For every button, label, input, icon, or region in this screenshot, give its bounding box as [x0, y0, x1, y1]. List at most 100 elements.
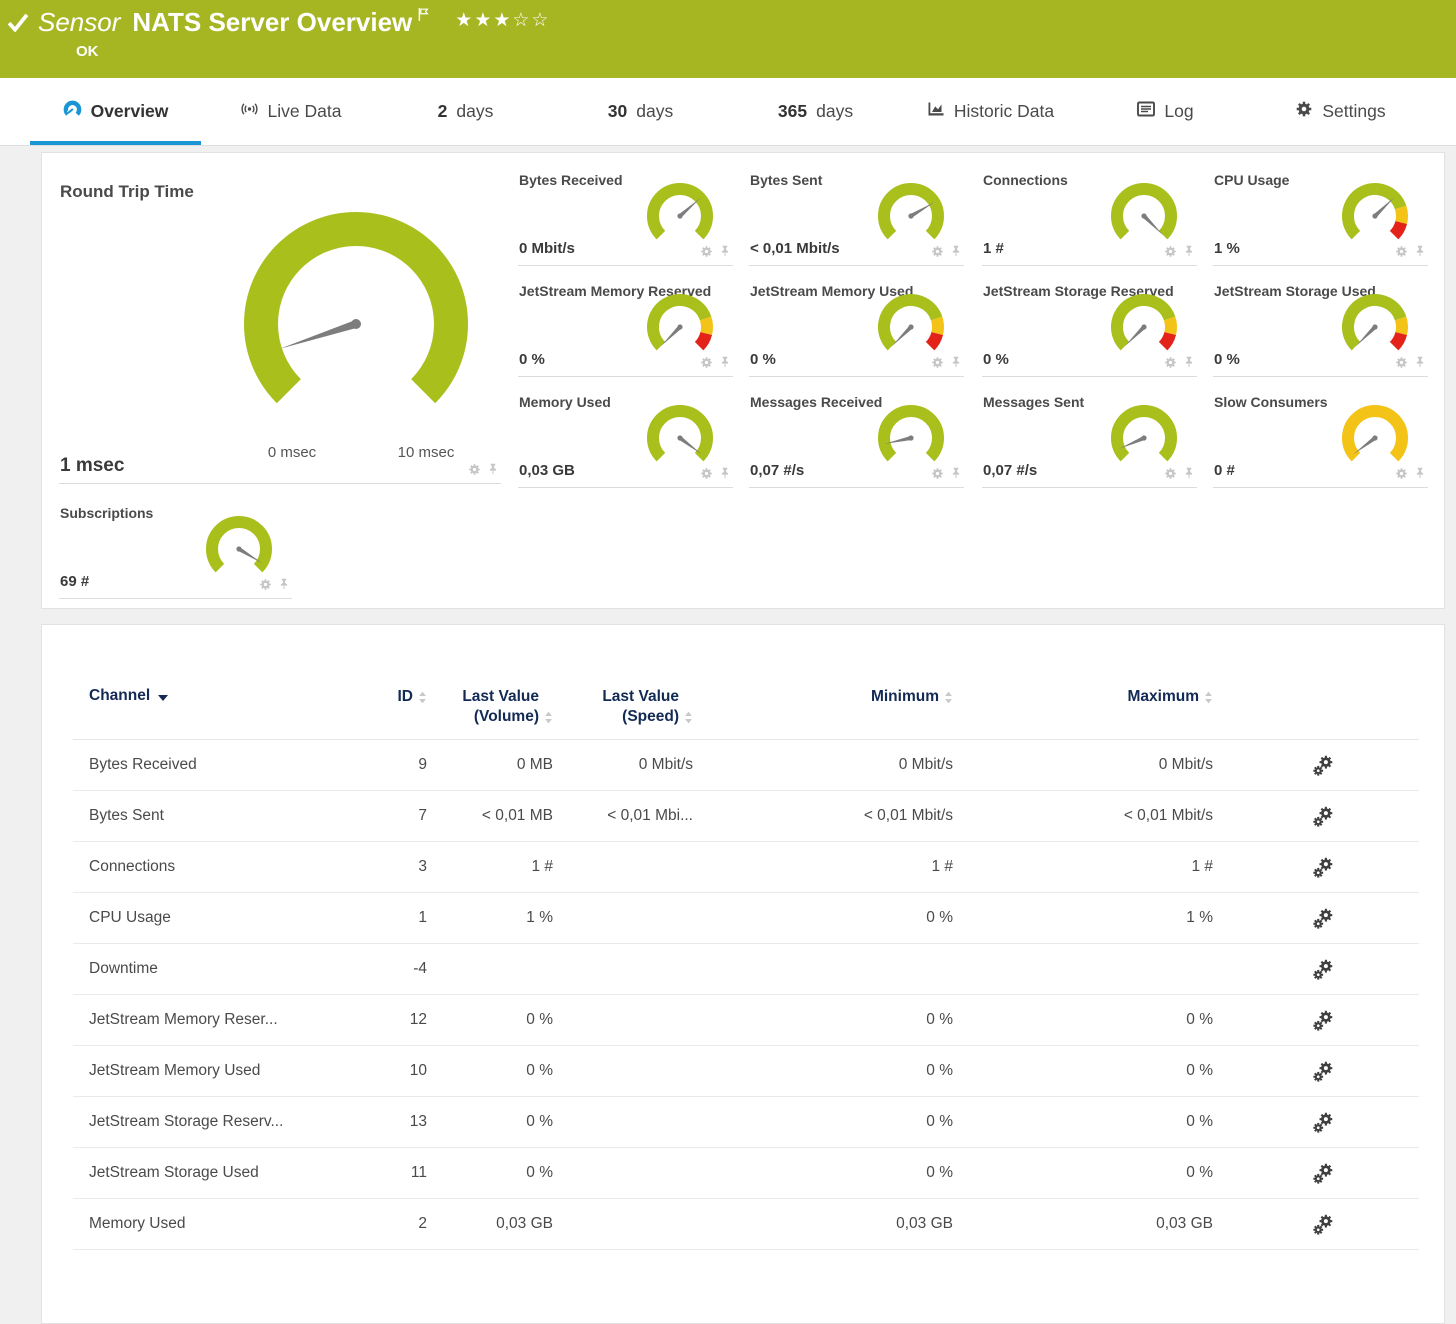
channel-name: Downtime [73, 960, 387, 978]
minimum-value: 0 % [693, 1011, 953, 1029]
last-value-volume: 1 # [427, 858, 553, 876]
gauge-settings-icon[interactable] [1395, 467, 1408, 480]
gauge-settings-icon[interactable] [700, 356, 713, 369]
gauge-round-trip-time: Round Trip Time 0 msec 10 msec 1 msec [59, 166, 501, 484]
channel-settings-icon[interactable] [1313, 806, 1334, 827]
column-header-last-value-volume[interactable]: Last Value(Volume) [427, 687, 553, 727]
gauge-title: Round Trip Time [59, 166, 501, 202]
column-header-channel[interactable]: Channel [73, 687, 387, 705]
channel-settings-icon[interactable] [1313, 1214, 1334, 1235]
gauge-pin-icon[interactable] [950, 244, 962, 258]
column-header-minimum[interactable]: Minimum [693, 687, 953, 707]
channel-settings-icon[interactable] [1313, 1061, 1334, 1082]
gauge-pin-icon[interactable] [719, 244, 731, 258]
channel-actions [1213, 806, 1419, 827]
last-value-volume: 0,03 GB [427, 1215, 553, 1233]
gauge-pin-icon[interactable] [719, 466, 731, 480]
gauge-settings-icon[interactable] [931, 356, 944, 369]
column-header-id[interactable]: ID [387, 687, 427, 707]
gauge-dial [1334, 291, 1416, 361]
tab-log[interactable]: Log [1078, 78, 1253, 145]
channel-settings-icon[interactable] [1313, 755, 1334, 776]
gauge-cpu-usage: CPU Usage 1 % [1213, 166, 1428, 266]
minimum-value: 1 # [693, 858, 953, 876]
channel-settings-icon[interactable] [1313, 1010, 1334, 1031]
gauge-pin-icon[interactable] [950, 355, 962, 369]
sort-icon[interactable] [944, 691, 953, 704]
gauge-dial [639, 291, 721, 361]
gauge-actions [1395, 466, 1426, 480]
gauge-pin-icon[interactable] [1414, 355, 1426, 369]
tab-settings[interactable]: Settings [1253, 78, 1428, 145]
sort-icon[interactable] [418, 691, 427, 704]
channel-settings-icon[interactable] [1313, 1112, 1334, 1133]
gauge-pin-icon[interactable] [719, 355, 731, 369]
gauge-slow-consumers: Slow Consumers 0 # [1213, 388, 1428, 488]
gauge-pin-icon[interactable] [1414, 244, 1426, 258]
gauge-pin-icon[interactable] [1183, 466, 1195, 480]
gauge-settings-icon[interactable] [700, 467, 713, 480]
sort-icon[interactable] [544, 711, 553, 724]
tab-historic-data[interactable]: Historic Data [903, 78, 1078, 145]
gauge-settings-icon[interactable] [1164, 467, 1177, 480]
gauge-pin-icon[interactable] [278, 577, 290, 591]
sort-icon[interactable] [684, 711, 693, 724]
gauge-value: 0 % [1214, 351, 1240, 368]
ok-check-icon [7, 13, 29, 37]
gauge-settings-icon[interactable] [1164, 356, 1177, 369]
gauge-pin-icon[interactable] [950, 466, 962, 480]
gauge-value: 0 Mbit/s [519, 240, 575, 257]
last-value-volume: < 0,01 MB [427, 807, 553, 825]
tab-label: days [816, 101, 853, 122]
gauge-memory-used: Memory Used 0,03 GB [518, 388, 733, 488]
gauge-settings-icon[interactable] [468, 463, 481, 476]
tab-365-days[interactable]: 365days [728, 78, 903, 145]
tab-2-days[interactable]: 2days [378, 78, 553, 145]
gauge-scale-min: 0 msec [247, 444, 337, 461]
channel-actions [1213, 959, 1419, 980]
gauge-settings-icon[interactable] [931, 245, 944, 258]
channel-row-bytes-received: Bytes Received 9 0 MB 0 Mbit/s 0 Mbit/s … [73, 740, 1419, 791]
channel-id: 3 [387, 858, 427, 876]
gauge-settings-icon[interactable] [1395, 245, 1408, 258]
gauge-dial [1334, 402, 1416, 472]
tab-number: 30 [608, 101, 627, 122]
page-title: NATS Server Overview [132, 5, 412, 39]
column-header-maximum[interactable]: Maximum [953, 687, 1213, 707]
channel-settings-icon[interactable] [1313, 908, 1334, 929]
gauge-actions [1395, 244, 1426, 258]
gauge-value: 69 # [60, 573, 89, 590]
tab-overview[interactable]: Overview [28, 78, 203, 145]
sort-desc-icon[interactable] [158, 695, 168, 701]
gauge-pin-icon[interactable] [1183, 355, 1195, 369]
tab-label: Settings [1322, 101, 1385, 122]
gauge-actions [1164, 244, 1195, 258]
gauge-pin-icon[interactable] [1414, 466, 1426, 480]
gauge-settings-icon[interactable] [259, 578, 272, 591]
flag-icon[interactable] [418, 7, 429, 27]
channel-settings-icon[interactable] [1313, 959, 1334, 980]
gauge-dial [639, 402, 721, 472]
column-header-last-value-speed[interactable]: Last Value(Speed) [553, 687, 693, 727]
last-value-volume: 0 % [427, 1113, 553, 1131]
tab-live-data[interactable]: Live Data [203, 78, 378, 145]
gauge-value: < 0,01 Mbit/s [750, 240, 840, 257]
channel-settings-icon[interactable] [1313, 1163, 1334, 1184]
channel-actions [1213, 1214, 1419, 1235]
gauge-settings-icon[interactable] [1395, 356, 1408, 369]
tab-30-days[interactable]: 30days [553, 78, 728, 145]
minimum-value: 0 Mbit/s [693, 756, 953, 774]
channel-actions [1213, 857, 1419, 878]
gauge-actions [931, 466, 962, 480]
gauge-settings-icon[interactable] [1164, 245, 1177, 258]
table-header: Channel ID Last Value(Volume) Last Value… [73, 687, 1419, 740]
priority-stars[interactable]: ★★★☆☆ [455, 9, 550, 32]
maximum-value: < 0,01 Mbit/s [953, 807, 1213, 825]
gauge-settings-icon[interactable] [931, 467, 944, 480]
gauge-pin-icon[interactable] [487, 462, 499, 476]
gauge-settings-icon[interactable] [700, 245, 713, 258]
tab-label: Historic Data [954, 101, 1054, 122]
channel-settings-icon[interactable] [1313, 857, 1334, 878]
gauge-pin-icon[interactable] [1183, 244, 1195, 258]
sort-icon[interactable] [1204, 691, 1213, 704]
